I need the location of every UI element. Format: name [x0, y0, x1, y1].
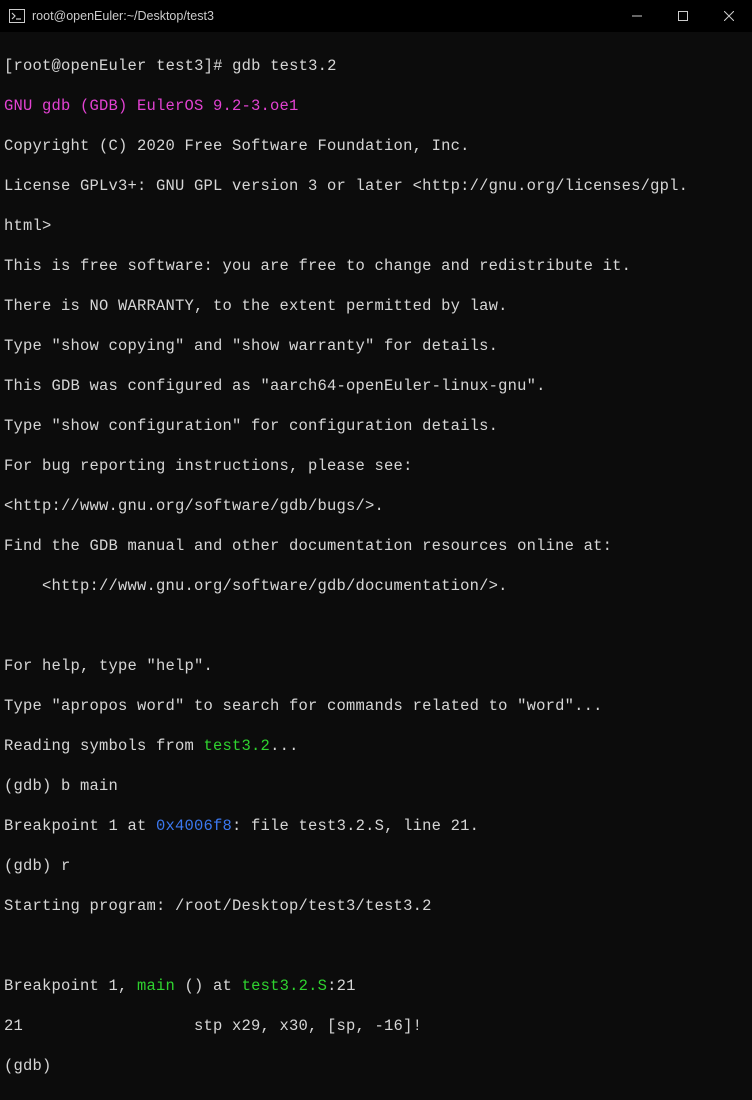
output-text: html> [4, 216, 748, 236]
output-text: Copyright (C) 2020 Free Software Foundat… [4, 136, 748, 156]
close-button[interactable] [706, 0, 752, 32]
output-text [4, 616, 748, 636]
filename: test3.2.S [242, 977, 328, 995]
gdb-prompt: (gdb) [4, 1056, 748, 1076]
output-text: EulerOS 9.2-3.oe1 [137, 97, 299, 115]
output-text [4, 936, 748, 956]
output-text: License GPLv3+: GNU GPL version 3 or lat… [4, 176, 748, 196]
minimize-button[interactable] [614, 0, 660, 32]
command-text: gdb test3.2 [232, 57, 337, 75]
window-titlebar: root@openEuler:~/Desktop/test3 [0, 0, 752, 32]
function-name: main [137, 977, 175, 995]
terminal-icon [8, 7, 26, 25]
output-text: For bug reporting instructions, please s… [4, 456, 748, 476]
output-text: () at [175, 977, 242, 995]
output-text: <http://www.gnu.org/software/gdb/documen… [4, 576, 748, 596]
output-text: Find the GDB manual and other documentat… [4, 536, 748, 556]
output-text: Type "show copying" and "show warranty" … [4, 336, 748, 356]
output-text: : file test3.2.S, line 21. [232, 817, 479, 835]
output-text: Starting program: /root/Desktop/test3/te… [4, 896, 748, 916]
prompt-dir: test3 [156, 57, 204, 75]
gdb-prompt-line: (gdb) r [4, 856, 748, 876]
output-text: Type "apropos word" to search for comman… [4, 696, 748, 716]
source-line: 21 stp x29, x30, [sp, -16]! [4, 1016, 748, 1036]
address: 0x4006f8 [156, 817, 232, 835]
output-text: For help, type "help". [4, 656, 748, 676]
window-title: root@openEuler:~/Desktop/test3 [32, 6, 614, 26]
prompt-bracket: [ [4, 57, 14, 75]
prompt-bracket-close: ]# [204, 57, 233, 75]
gdb-prompt-line: (gdb) b main [4, 776, 748, 796]
maximize-button[interactable] [660, 0, 706, 32]
output-text: Type "show configuration" for configurat… [4, 416, 748, 436]
filename: test3.2 [204, 737, 271, 755]
output-text: This GDB was configured as "aarch64-open… [4, 376, 748, 396]
output-text: GNU gdb (GDB) [4, 97, 137, 115]
output-text: ... [270, 737, 299, 755]
output-text: <http://www.gnu.org/software/gdb/bugs/>. [4, 496, 748, 516]
prompt-user: root@openEuler [14, 57, 147, 75]
output-text: Breakpoint 1, [4, 977, 137, 995]
output-text: :21 [327, 977, 356, 995]
terminal-output[interactable]: [root@openEuler test3]# gdb test3.2 GNU … [0, 32, 752, 1100]
output-text: There is NO WARRANTY, to the extent perm… [4, 296, 748, 316]
output-text: Breakpoint 1 at [4, 817, 156, 835]
output-text: Reading symbols from [4, 737, 204, 755]
output-text: This is free software: you are free to c… [4, 256, 748, 276]
